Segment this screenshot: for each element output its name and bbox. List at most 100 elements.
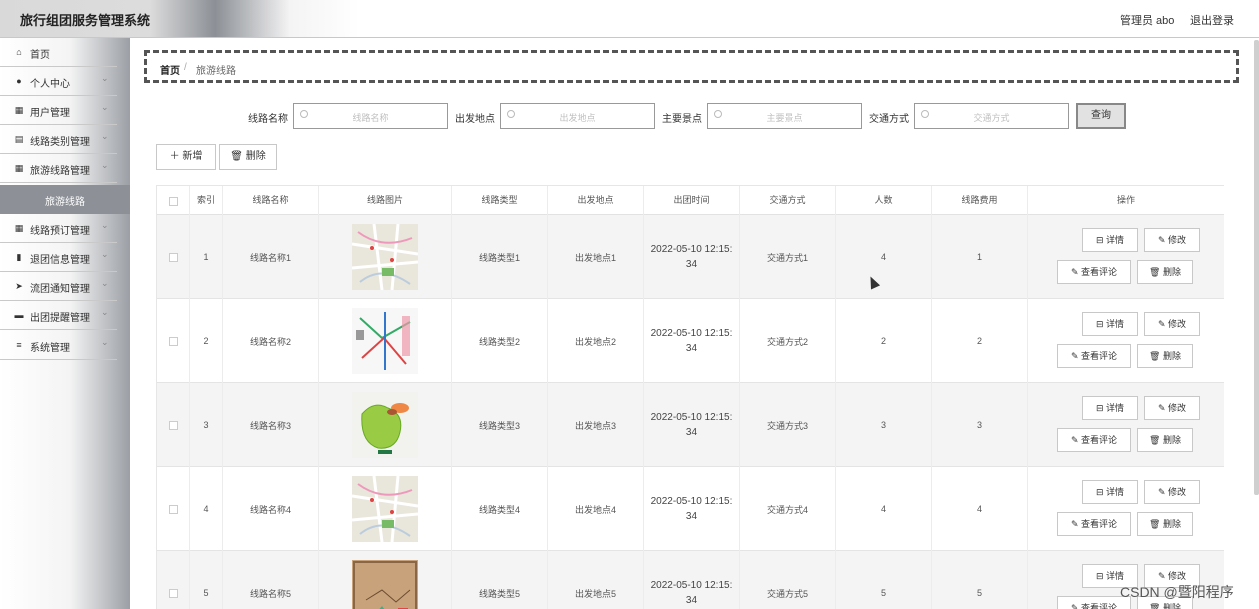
row-checkbox[interactable] — [168, 336, 178, 346]
attraction-placeholder: 主要景点 — [766, 113, 803, 123]
delete-button[interactable]: 🗑 删除 — [1137, 428, 1193, 452]
delete-button[interactable]: 🗑 删除 — [1137, 512, 1193, 536]
grid-icon: ▦ — [14, 223, 24, 233]
edit-button-label: 修改 — [1168, 403, 1187, 413]
depart-time-line: 34 — [685, 511, 698, 522]
detail-button[interactable]: ⊟ 详情 — [1082, 396, 1138, 420]
user-icon: ● — [16, 76, 22, 86]
pencil-icon: ✎ — [1157, 403, 1169, 413]
table-row: 3 线路名称3 线路类型3 出发地点3 2022-05-10 12:15: 34 交通方式3… — [157, 383, 1224, 467]
cell-route-image — [319, 551, 452, 609]
pencil-icon: ✎ — [1070, 351, 1082, 361]
transport-input[interactable]: 交通方式 — [914, 103, 1069, 129]
attraction-input[interactable]: 主要景点 — [707, 103, 862, 129]
view-comments-button-label: 查看评论 — [1081, 267, 1118, 277]
chevron-down-icon: ⌄ — [101, 278, 109, 288]
logout-link[interactable]: 退出登录 — [1190, 12, 1234, 28]
edit-button[interactable]: ✎ 修改 — [1144, 228, 1200, 252]
attraction-label: 主要景点 — [662, 114, 702, 125]
column-header-select-all[interactable] — [157, 186, 190, 216]
cell-transport: 交通方式5 — [740, 551, 836, 609]
chevron-down-icon: ⌄ — [101, 160, 109, 170]
depart-time-line: 2022-05-10 12:15: — [650, 412, 733, 423]
breadcrumb-home[interactable]: 首页 — [160, 62, 180, 77]
chevron-down-icon: ⌄ — [101, 131, 109, 141]
sidebar-item-travel-route[interactable]: ▦ 旅游线路管理 ⌄ — [0, 154, 117, 183]
chevron-down-icon: ⌄ — [101, 337, 109, 347]
view-comments-button[interactable]: ✎ 查看评论 — [1057, 512, 1131, 536]
sidebar-item-system-management[interactable]: ≡ 系统管理 ⌄ — [0, 331, 117, 360]
edit-button[interactable]: ✎ 修改 — [1144, 396, 1200, 420]
trash-icon: 🗑 — [1149, 435, 1163, 445]
query-button[interactable]: 查询 — [1076, 103, 1126, 129]
sidebar-item-label: 退团信息管理 — [30, 255, 90, 266]
row-checkbox[interactable] — [168, 252, 178, 262]
delete-button[interactable]: 🗑 删除 — [1137, 344, 1193, 368]
route-thumbnail[interactable] — [352, 560, 418, 609]
depart-time-line: 34 — [685, 427, 698, 438]
page-scrollbar[interactable] — [1254, 40, 1259, 495]
document-icon: ⊟ — [1095, 571, 1107, 581]
app-header: 旅行组团服务管理系统 管理员 abo 退出登录 — [0, 0, 1259, 38]
detail-button[interactable]: ⊟ 详情 — [1082, 228, 1138, 252]
row-checkbox[interactable] — [168, 420, 178, 430]
route-thumbnail[interactable] — [352, 308, 418, 374]
edit-button-label: 修改 — [1168, 487, 1187, 497]
sidebar-item-cancel-notice[interactable]: ➤ 流团通知管理 ⌄ — [0, 272, 117, 301]
cell-people: 4 — [836, 215, 932, 299]
cell-people: 5 — [836, 551, 932, 609]
cell-route-type: 线路类型2 — [452, 299, 548, 383]
sidebar-subitem-travel-route[interactable]: 旅游线路 — [0, 185, 130, 214]
view-comments-button[interactable]: ✎ 查看评论 — [1057, 260, 1131, 284]
sidebar-item-route-booking[interactable]: ▦ 线路预订管理 ⌄ — [0, 214, 117, 243]
sidebar-item-home[interactable]: ⌂ 首页 — [0, 38, 117, 67]
admin-user-label[interactable]: 管理员 abo — [1120, 12, 1174, 28]
batch-delete-button[interactable]: 🗑 删除 — [219, 144, 277, 170]
depart-place-input[interactable]: 出发地点 — [500, 103, 655, 129]
sidebar-item-personal-center[interactable]: ● 个人中心 ⌄ — [0, 67, 117, 96]
sidebar-item-departure-reminder[interactable]: ▬ 出团提醒管理 ⌄ — [0, 301, 117, 330]
cell-depart-time: 2022-05-10 12:15: 34 — [644, 551, 740, 609]
route-name-input[interactable]: 线路名称 — [293, 103, 448, 129]
row-checkbox[interactable] — [168, 588, 178, 598]
cell-cost: 2 — [932, 299, 1028, 383]
sidebar-item-label: 出团提醒管理 — [30, 313, 90, 324]
add-button[interactable]: ＋ 新增 — [156, 144, 216, 170]
sidebar-item-label: 用户管理 — [30, 108, 70, 119]
table-row: 5 线路名称5 线路类型5 出发地点5 2022-05-10 12:15: 34 交通方式5… — [157, 551, 1224, 609]
route-thumbnail[interactable] — [352, 392, 418, 458]
delete-button[interactable]: 🗑 删除 — [1137, 260, 1193, 284]
depart-time-line: 2022-05-10 12:15: — [650, 580, 733, 591]
cell-select — [157, 467, 190, 551]
document-icon: ⊟ — [1095, 487, 1107, 497]
row-checkbox[interactable] — [168, 504, 178, 514]
view-comments-button[interactable]: ✎ 查看评论 — [1057, 344, 1131, 368]
cell-actions: ⊟ 详情 ✎ 修改 ✎ 查看评论 🗑 删除 — [1028, 299, 1224, 383]
sidebar-item-refund-info[interactable]: ▮ 退团信息管理 ⌄ — [0, 243, 117, 272]
edit-button[interactable]: ✎ 修改 — [1144, 312, 1200, 336]
route-thumbnail[interactable] — [352, 224, 418, 290]
delete-button-label: 删除 — [1162, 519, 1181, 529]
cell-depart-place: 出发地点1 — [548, 215, 644, 299]
chevron-down-icon: ⌄ — [101, 307, 109, 317]
cell-select — [157, 215, 190, 299]
cell-depart-time: 2022-05-10 12:15: 34 — [644, 299, 740, 383]
detail-button[interactable]: ⊟ 详情 — [1082, 480, 1138, 504]
chevron-down-icon: ⌄ — [101, 102, 109, 112]
cell-depart-place: 出发地点4 — [548, 467, 644, 551]
depart-time-line: 2022-05-10 12:15: — [650, 244, 733, 255]
app-title: 旅行组团服务管理系统 — [20, 13, 151, 28]
table-row: 1 线路名称1 线路类型1 出发地点1 2022-05-10 12:15: 34 交通方式1… — [157, 215, 1224, 299]
detail-button-label: 详情 — [1106, 403, 1125, 413]
cell-route-name: 线路名称5 — [223, 551, 319, 609]
view-comments-button[interactable]: ✎ 查看评论 — [1057, 428, 1131, 452]
cell-depart-place: 出发地点3 — [548, 383, 644, 467]
breadcrumb-separator: / — [184, 62, 187, 73]
select-all-checkbox[interactable] — [168, 196, 178, 206]
detail-button[interactable]: ⊟ 详情 — [1082, 312, 1138, 336]
sidebar-item-route-category[interactable]: ▤ 线路类别管理 ⌄ — [0, 125, 117, 154]
edit-button[interactable]: ✎ 修改 — [1144, 480, 1200, 504]
column-header-depart-time: 出团时间 — [644, 186, 740, 216]
sidebar-item-user-management[interactable]: ▦ 用户管理 ⌄ — [0, 96, 117, 125]
route-thumbnail[interactable] — [352, 476, 418, 542]
